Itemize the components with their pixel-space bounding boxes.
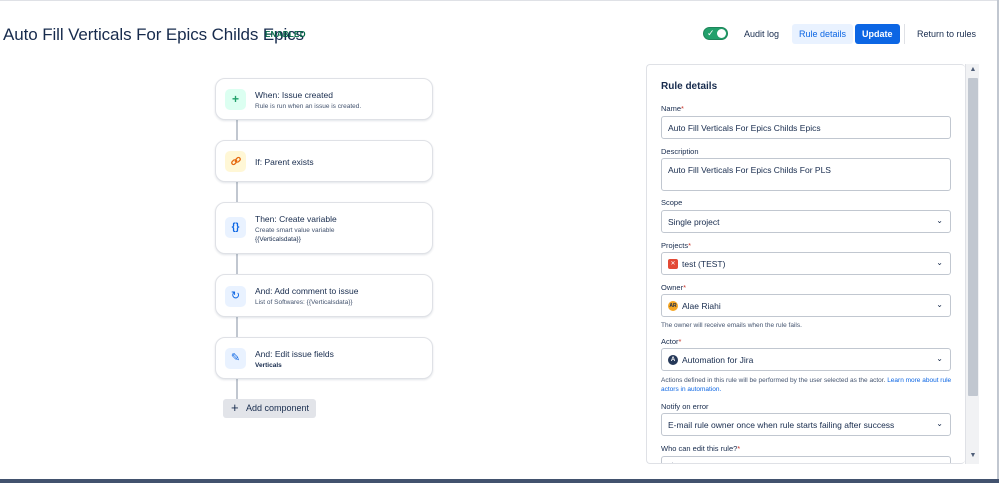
component-description: List of Softwares: {{Verticalsdata}} [255, 299, 353, 306]
component-title: If: Parent exists [255, 157, 314, 167]
check-icon: ✓ [707, 28, 715, 38]
braces-icon: {} [225, 217, 246, 238]
audit-log-button[interactable]: Audit log [737, 24, 786, 44]
return-to-rules-button[interactable]: Return to rules [910, 24, 983, 44]
user-icon: ⌂ [670, 460, 675, 463]
flow-connector [236, 379, 238, 399]
scope-select[interactable]: Single project ⌄ [661, 210, 951, 233]
flow-component-action[interactable]: {} Then: Create variable Create smart va… [215, 202, 433, 254]
projects-label: Projects* [661, 241, 692, 250]
actor-help-text: Actions defined in this rule will be per… [661, 377, 952, 393]
toggle-knob [717, 29, 726, 38]
panel-scrollbar[interactable]: ▲ ▼ [965, 64, 979, 464]
owner-help-text: The owner will receive emails when the r… [661, 322, 802, 329]
description-label: Description [661, 147, 699, 156]
flow-connector [236, 254, 238, 274]
notify-label: Notify on error [661, 402, 709, 411]
header-divider [904, 24, 905, 44]
component-detail: Verticals [255, 362, 282, 369]
chevron-down-icon: ⌄ [936, 419, 943, 428]
scroll-up-icon[interactable]: ▲ [968, 65, 978, 75]
component-title: And: Edit issue fields [255, 349, 334, 359]
owner-label: Owner* [661, 283, 687, 292]
chevron-down-icon: ⌄ [936, 354, 943, 363]
component-detail: {{Verticalsdata}} [255, 236, 301, 243]
status-badge: ENABLED [265, 30, 306, 39]
name-input[interactable]: Auto Fill Verticals For Epics Childs Epi… [661, 116, 951, 139]
link-icon [225, 151, 246, 172]
flow-connector [236, 120, 238, 140]
component-description: Rule is run when an issue is created. [255, 103, 362, 110]
flow-component-condition[interactable]: If: Parent exists [215, 140, 433, 182]
flow-component-action[interactable]: ✎ And: Edit issue fields Verticals [215, 337, 433, 379]
bottom-border [0, 479, 999, 483]
rule-details-button[interactable]: Rule details [792, 24, 854, 44]
description-textarea[interactable]: Auto Fill Verticals For Epics Childs For… [661, 158, 951, 191]
scroll-down-icon[interactable]: ▼ [968, 451, 978, 461]
flow-connector [236, 317, 238, 337]
add-component-button[interactable]: + Add component [223, 399, 316, 418]
plus-icon: + [231, 400, 239, 415]
notify-select[interactable]: E-mail rule owner once when rule starts … [661, 413, 951, 436]
actor-select[interactable]: A Automation for Jira ⌄ [661, 348, 951, 371]
flow-component-trigger[interactable]: + When: Issue created Rule is run when a… [215, 78, 433, 120]
owner-select[interactable]: AR Alae Riahi ⌄ [661, 294, 951, 317]
rule-enabled-toggle[interactable]: ✓ [703, 27, 728, 40]
refresh-icon: ↻ [225, 286, 246, 307]
who-can-edit-label: Who can edit this rule?* [661, 444, 741, 453]
plus-icon: + [225, 89, 246, 110]
component-title: Then: Create variable [255, 214, 337, 224]
avatar: AR [668, 301, 678, 311]
rule-details-panel: Rule details Name* Auto Fill Verticals F… [646, 64, 965, 464]
chevron-down-icon: ⌄ [936, 216, 943, 225]
project-icon: ✕ [668, 259, 678, 269]
page-title: Auto Fill Verticals For Epics Childs Epi… [3, 25, 304, 44]
component-description: Create smart value variable [255, 227, 335, 234]
actor-label: Actor* [661, 337, 682, 346]
automation-icon: A [668, 355, 678, 365]
component-title: And: Add comment to issue [255, 286, 359, 296]
scope-label: Scope [661, 198, 683, 207]
chevron-down-icon: ⌄ [936, 258, 943, 267]
who-can-edit-select[interactable]: ⌂ [661, 456, 951, 463]
add-component-label: Add component [246, 403, 310, 413]
scroll-thumb[interactable] [968, 78, 978, 396]
top-border [0, 0, 999, 5]
projects-select[interactable]: ✕ test (TEST) ⌄ [661, 252, 951, 275]
chevron-down-icon: ⌄ [936, 300, 943, 309]
pencil-icon: ✎ [225, 348, 246, 369]
panel-title: Rule details [661, 81, 718, 92]
update-button[interactable]: Update [855, 24, 900, 44]
flow-connector [236, 182, 238, 202]
component-title: When: Issue created [255, 90, 333, 100]
name-label: Name* [661, 104, 684, 113]
flow-component-action[interactable]: ↻ And: Add comment to issue List of Soft… [215, 274, 433, 317]
